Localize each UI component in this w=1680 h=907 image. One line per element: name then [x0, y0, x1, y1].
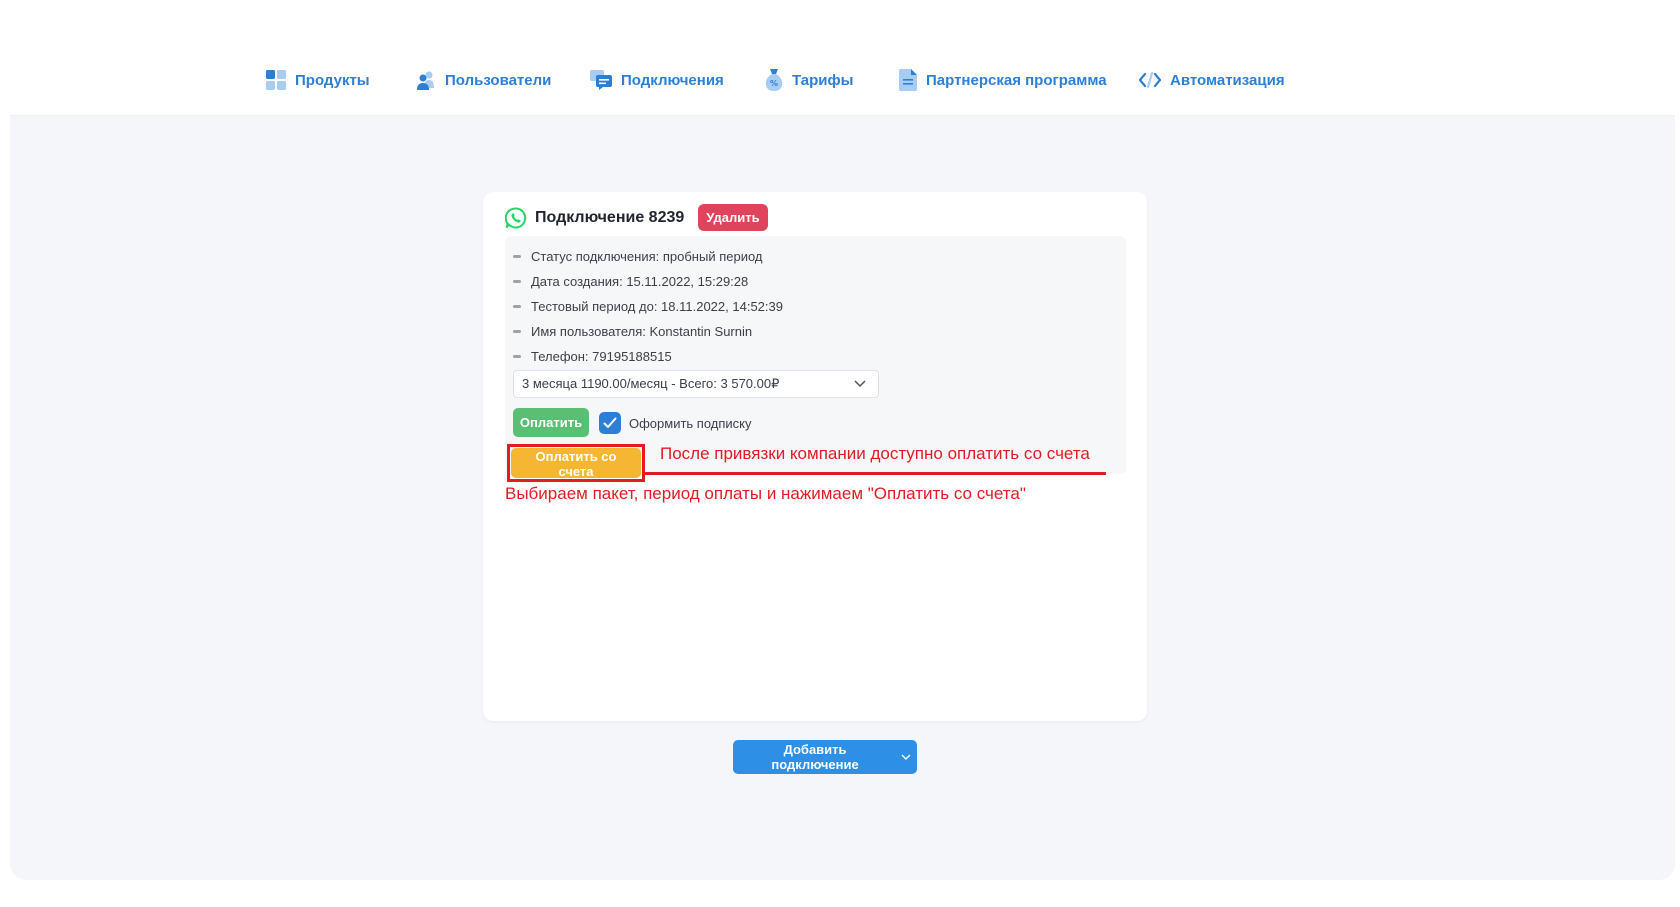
connection-info-panel: Статус подключения: пробный период Дата … [505, 236, 1126, 482]
bullet-icon [513, 255, 521, 258]
info-created: Дата создания: 15.11.2022, 15:29:28 [531, 274, 749, 289]
users-icon [417, 71, 434, 90]
plan-select[interactable]: 3 месяца 1190.00/месяц - Всего: 3 570.00… [513, 370, 879, 398]
check-icon [603, 417, 617, 428]
annotation-underline [645, 472, 1106, 475]
nav-item-label: Подключения [621, 71, 724, 89]
nav-item-connections[interactable]: Подключения [590, 67, 724, 93]
nav-item-partner-program[interactable]: Партнерская программа [899, 67, 1107, 93]
subscribe-checkbox[interactable]: Оформить подписку [599, 412, 752, 434]
svg-text:%: % [770, 79, 778, 88]
nav-item-label: Тарифы [792, 71, 854, 89]
annotation-instruction: Выбираем пакет, период оплаты и нажимаем… [505, 484, 1026, 503]
pay-from-account-button[interactable]: Оплатить со счета [511, 448, 641, 479]
list-item: Телефон: 79195188515 [513, 344, 783, 369]
nav-item-tariffs[interactable]: % Тарифы [765, 67, 853, 93]
nav-item-products[interactable]: Продукты [266, 67, 370, 93]
nav-item-automation[interactable]: Автоматизация [1139, 67, 1285, 93]
tag-icon: % [765, 69, 783, 91]
grid-icon [266, 70, 286, 90]
delete-button[interactable]: Удалить [698, 204, 768, 231]
list-item: Тестовый период до: 18.11.2022, 14:52:39 [513, 294, 783, 319]
connection-info-list: Статус подключения: пробный период Дата … [513, 244, 783, 369]
add-connection-button[interactable]: Добавить подключение [733, 740, 917, 774]
bullet-icon [513, 280, 521, 283]
subscribe-label: Оформить подписку [629, 415, 752, 431]
nav-item-label: Партнерская программа [926, 71, 1107, 89]
top-navigation: Продукты Пользователи Подключения % Тари… [10, 40, 1675, 116]
info-username: Имя пользователя: Konstantin Surnin [531, 324, 753, 339]
list-item: Имя пользователя: Konstantin Surnin [513, 319, 783, 344]
whatsapp-icon [505, 206, 527, 228]
chevron-down-icon [901, 754, 911, 760]
connection-title: Подключение 8239 [535, 208, 685, 226]
pay-button[interactable]: Оплатить [513, 408, 589, 437]
add-connection-label: Добавить подключение [771, 742, 859, 772]
list-item: Статус подключения: пробный период [513, 244, 783, 269]
chat-icon [590, 70, 612, 90]
chevron-down-icon [854, 380, 866, 388]
bullet-icon [513, 355, 521, 358]
info-phone: Телефон: 79195188515 [531, 349, 672, 364]
nav-item-label: Автоматизация [1170, 71, 1285, 89]
connection-card: Подключение 8239 Удалить Статус подключе… [483, 192, 1147, 721]
plan-select-value: 3 месяца 1190.00/месяц - Всего: 3 570.00… [522, 376, 780, 391]
info-status: Статус подключения: пробный период [531, 249, 763, 264]
connection-header: Подключение 8239 Удалить [505, 204, 768, 231]
document-icon [899, 69, 917, 91]
nav-item-label: Пользователи [445, 71, 552, 89]
bullet-icon [513, 330, 521, 333]
code-icon [1139, 71, 1161, 89]
list-item: Дата создания: 15.11.2022, 15:29:28 [513, 269, 783, 294]
nav-item-users[interactable]: Пользователи [416, 67, 551, 93]
bullet-icon [513, 305, 521, 308]
info-trial-end: Тестовый период до: 18.11.2022, 14:52:39 [531, 299, 783, 314]
annotation-note: После привязки компании доступно оплатит… [660, 444, 1090, 463]
nav-item-label: Продукты [295, 71, 370, 89]
checkbox-checked[interactable] [599, 412, 621, 434]
